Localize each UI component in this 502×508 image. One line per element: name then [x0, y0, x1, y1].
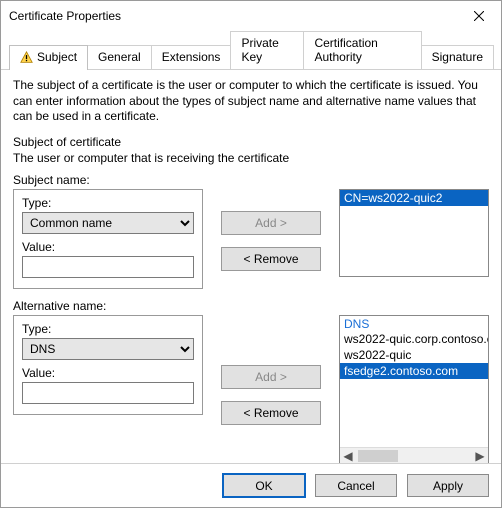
- alt-name-list[interactable]: DNSws2022-quic.corp.contoso.comws2022-qu…: [339, 315, 489, 463]
- alt-name-list-item[interactable]: fsedge2.contoso.com: [340, 363, 488, 379]
- tab-strip: Subject General Extensions Private Key C…: [1, 31, 501, 70]
- subject-name-list-item[interactable]: CN=ws2022-quic2: [340, 190, 488, 206]
- subject-type-select[interactable]: Common name: [22, 212, 194, 234]
- subject-name-row: Type: Common name Value: Add > < Remove …: [13, 189, 489, 289]
- tab-general-label: General: [98, 50, 141, 64]
- subject-of-cert-sub: The user or computer that is receiving t…: [13, 151, 489, 165]
- tab-body: The subject of a certificate is the user…: [1, 70, 501, 463]
- window-title: Certificate Properties: [9, 9, 121, 23]
- dialog-footer: OK Cancel Apply: [1, 463, 501, 507]
- alt-name-label: Alternative name:: [13, 299, 489, 313]
- tab-ca-label: Certification Authority: [314, 36, 410, 64]
- subject-type-label: Type:: [22, 196, 194, 210]
- alt-type-label: Type:: [22, 322, 194, 336]
- subject-value-input[interactable]: [22, 256, 194, 278]
- scroll-thumb[interactable]: [358, 450, 398, 462]
- tab-extensions[interactable]: Extensions: [151, 45, 232, 69]
- alt-name-list-header: DNS: [340, 316, 488, 331]
- alt-type-select[interactable]: DNS: [22, 338, 194, 360]
- titlebar: Certificate Properties: [1, 1, 501, 31]
- alt-value-label: Value:: [22, 366, 194, 380]
- warning-icon: [20, 51, 33, 64]
- alt-name-buttons: Add > < Remove: [221, 315, 321, 425]
- alt-remove-button[interactable]: < Remove: [221, 401, 321, 425]
- subject-add-button[interactable]: Add >: [221, 211, 321, 235]
- subject-name-label: Subject name:: [13, 173, 489, 187]
- subject-name-buttons: Add > < Remove: [221, 189, 321, 271]
- tab-signature-label: Signature: [432, 50, 483, 64]
- cancel-button[interactable]: Cancel: [315, 474, 397, 497]
- ok-button[interactable]: OK: [223, 474, 305, 497]
- alt-name-list-item[interactable]: ws2022-quic: [340, 347, 488, 363]
- alt-name-panel: Type: DNS Value:: [13, 315, 203, 415]
- alt-add-button[interactable]: Add >: [221, 365, 321, 389]
- tab-subject[interactable]: Subject: [9, 45, 88, 70]
- alt-name-row: Type: DNS Value: Add > < Remove DNSws202…: [13, 315, 489, 463]
- scroll-left-icon[interactable]: ◀: [340, 448, 356, 463]
- tab-signature[interactable]: Signature: [421, 45, 494, 69]
- window-controls: [456, 1, 501, 31]
- subject-remove-button[interactable]: < Remove: [221, 247, 321, 271]
- tab-subject-label: Subject: [37, 50, 77, 64]
- subject-name-list[interactable]: CN=ws2022-quic2: [339, 189, 489, 277]
- tab-certification-authority[interactable]: Certification Authority: [303, 31, 421, 69]
- dialog-window: Certificate Properties Subject General E…: [0, 0, 502, 508]
- tab-private-key-label: Private Key: [241, 36, 293, 64]
- alt-value-input[interactable]: [22, 382, 194, 404]
- tab-extensions-label: Extensions: [162, 50, 221, 64]
- subject-of-cert-heading: Subject of certificate: [13, 135, 489, 149]
- alt-name-list-item[interactable]: ws2022-quic.corp.contoso.com: [340, 331, 488, 347]
- scroll-right-icon[interactable]: ▶: [472, 448, 488, 463]
- tab-general[interactable]: General: [87, 45, 152, 69]
- subject-value-label: Value:: [22, 240, 194, 254]
- close-button[interactable]: [456, 1, 501, 31]
- close-icon: [474, 11, 484, 21]
- alt-name-list-hscrollbar[interactable]: ◀▶: [340, 447, 488, 463]
- subject-name-panel: Type: Common name Value:: [13, 189, 203, 289]
- description-text: The subject of a certificate is the user…: [13, 78, 489, 125]
- tab-private-key[interactable]: Private Key: [230, 31, 304, 69]
- apply-button[interactable]: Apply: [407, 474, 489, 497]
